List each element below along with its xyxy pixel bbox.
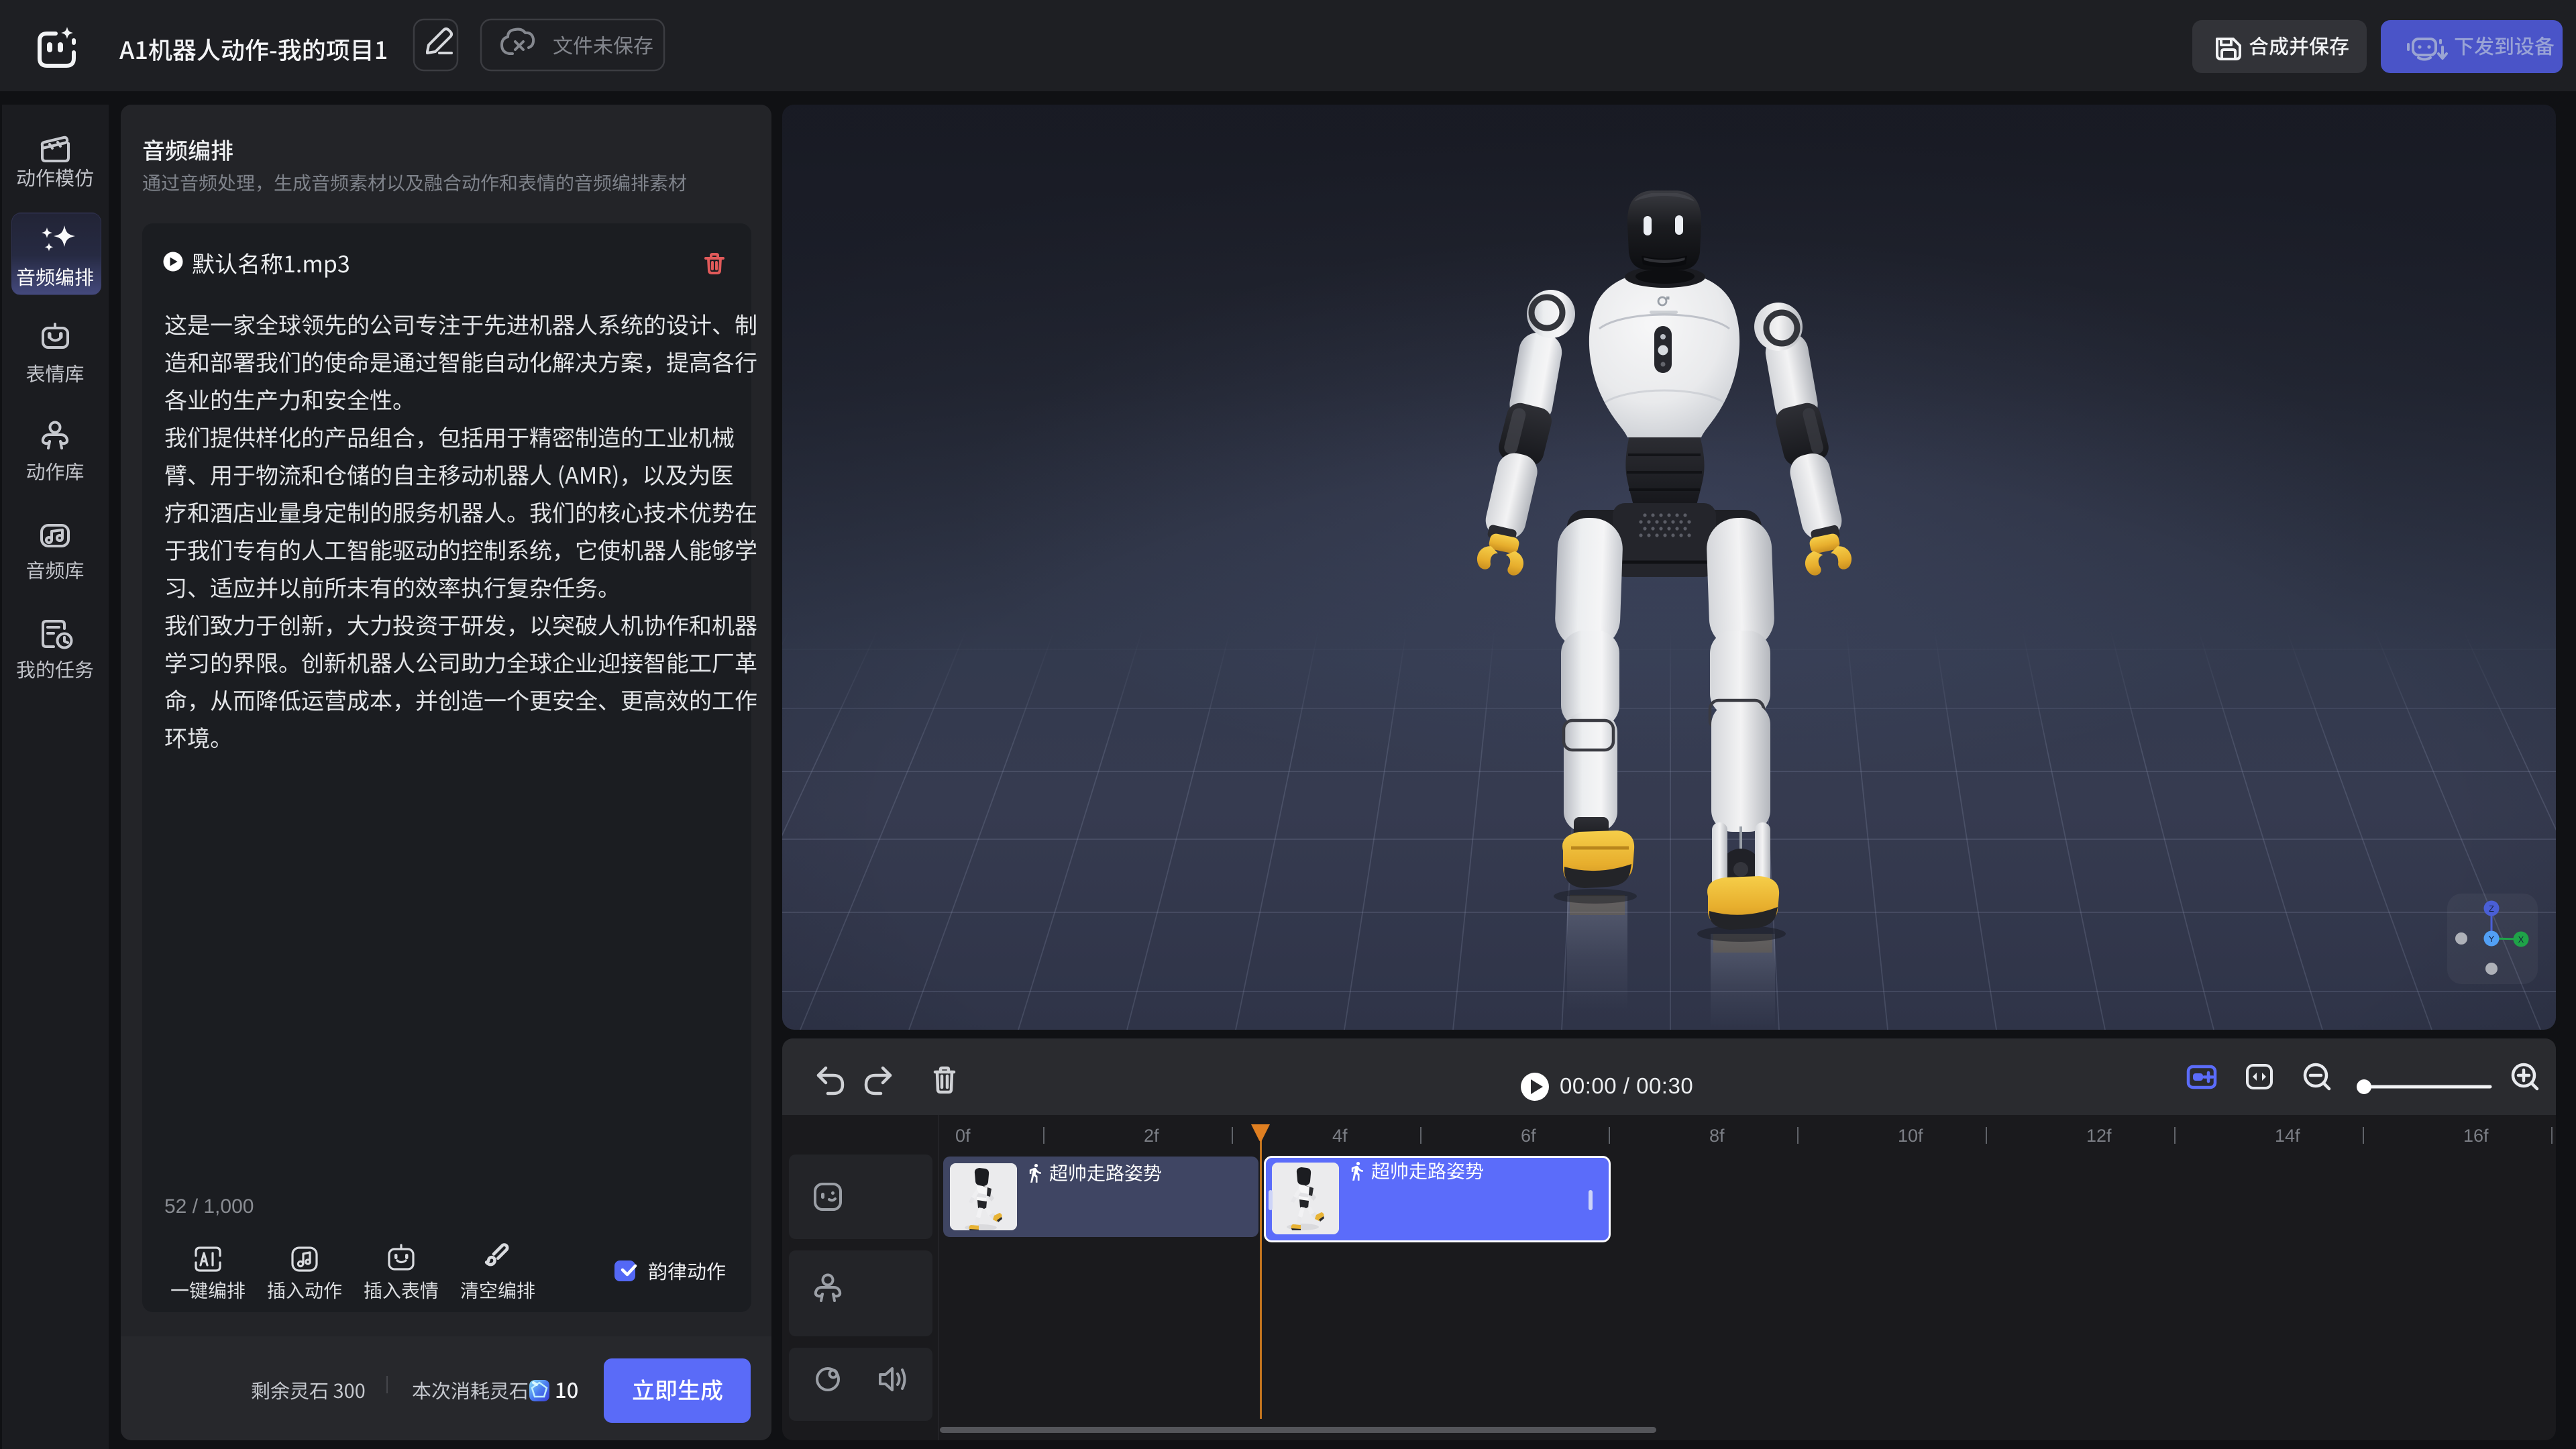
svg-text:X: X [2518, 934, 2524, 945]
svg-text:Y: Y [2489, 934, 2495, 944]
svg-text:Z: Z [2489, 904, 2494, 914]
